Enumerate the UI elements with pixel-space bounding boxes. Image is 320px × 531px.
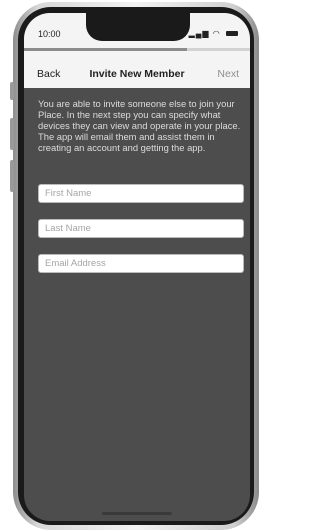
phone-volume-down-button — [10, 160, 14, 192]
signal-icon: ▂▄▆ — [188, 29, 210, 38]
battery-icon — [226, 31, 238, 37]
email-field[interactable] — [38, 254, 244, 273]
last-name-field[interactable] — [38, 219, 244, 238]
status-time: 10:00 — [38, 29, 61, 39]
page-title: Invite New Member — [89, 68, 185, 80]
header-area: 10:00 ▂▄▆ ◠ Back Invite New Member Next — [24, 13, 250, 88]
progress-bar-fill — [24, 48, 187, 51]
status-icons: ▂▄▆ ◠ — [189, 29, 238, 38]
first-name-field[interactable] — [38, 184, 244, 203]
phone-silent-switch — [10, 82, 14, 100]
app-screen: 10:00 ▂▄▆ ◠ Back Invite New Member Next … — [24, 13, 250, 521]
next-button[interactable]: Next — [217, 68, 239, 80]
phone-volume-up-button — [10, 118, 14, 150]
intro-text: You are able to invite someone else to j… — [38, 98, 241, 153]
home-indicator[interactable] — [102, 512, 172, 515]
wifi-icon: ◠ — [212, 29, 221, 38]
phone-notch — [86, 13, 190, 41]
progress-bar — [24, 48, 250, 51]
